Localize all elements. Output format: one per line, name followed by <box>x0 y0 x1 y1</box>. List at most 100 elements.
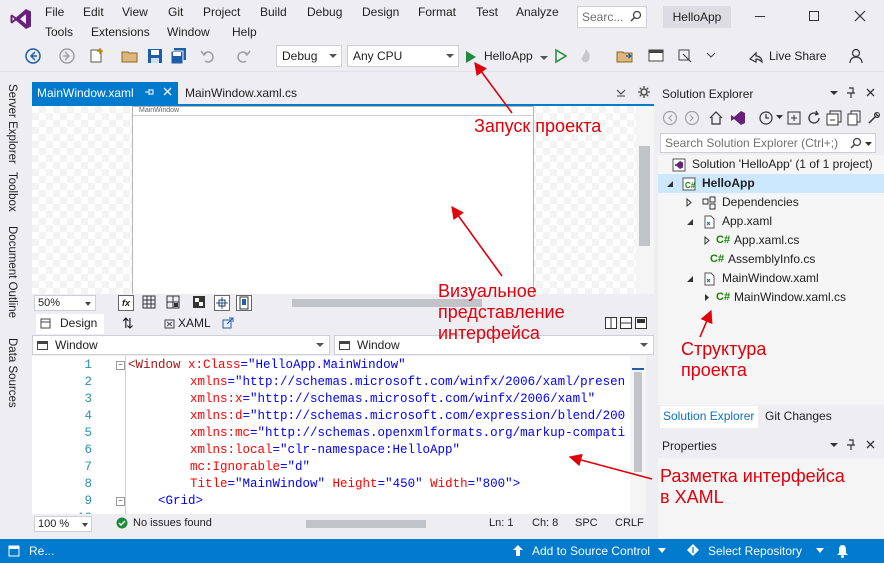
fx-toggle-icon[interactable]: fx <box>118 295 134 311</box>
save-icon[interactable] <box>146 47 164 65</box>
menu-git[interactable]: Git <box>168 5 183 19</box>
toolbox-tab[interactable]: Toolbox <box>6 172 18 212</box>
se-options-dropdown-icon[interactable] <box>830 91 838 96</box>
tab-close-icon[interactable] <box>163 87 172 96</box>
hot-reload-icon[interactable] <box>577 47 595 65</box>
se-back-icon[interactable] <box>662 110 678 126</box>
snap-grid-icon[interactable] <box>166 295 182 311</box>
run-dropdown-arrow[interactable] <box>540 56 548 60</box>
close-icon[interactable] <box>850 6 870 26</box>
redo-icon[interactable] <box>234 47 252 65</box>
feedback-person-icon[interactable] <box>848 47 866 65</box>
forward-icon[interactable] <box>58 47 76 65</box>
document-outline-tab[interactable]: Document Outline <box>6 226 18 318</box>
designer-vertical-scrollbar[interactable] <box>636 106 654 296</box>
select-repository-button[interactable]: Select Repository <box>708 544 802 558</box>
se-vs-sync-icon[interactable] <box>730 110 746 126</box>
menu-edit[interactable]: Edit <box>83 5 104 19</box>
editor-horizontal-scroll-thumb[interactable] <box>306 520 426 528</box>
effects-toggle-icon[interactable] <box>192 295 208 311</box>
window-layout-icon[interactable] <box>647 47 665 65</box>
grid-icon[interactable] <box>142 295 158 311</box>
menu-design[interactable]: Design <box>362 5 399 19</box>
tab-mainwindow-xaml[interactable]: MainWindow.xaml <box>32 82 178 104</box>
notifications-bell-icon[interactable] <box>836 544 849 558</box>
tab-design[interactable]: Design <box>36 314 104 334</box>
issues-status[interactable]: No issues found <box>133 517 212 529</box>
open-folder-icon[interactable] <box>121 47 139 65</box>
designer-vertical-scroll-thumb[interactable] <box>639 146 650 246</box>
xaml-element-select-left[interactable]: Window <box>32 335 330 355</box>
new-item-icon[interactable] <box>88 47 106 65</box>
se-history-dropdown-icon[interactable] <box>776 115 783 119</box>
designer-zoom-select[interactable]: 50% <box>34 295 96 311</box>
search-input[interactable]: Searc... <box>577 6 647 28</box>
solution-explorer-search-input[interactable]: Search Solution Explorer (Ctrl+;) <box>660 133 876 153</box>
configuration-select[interactable]: Debug <box>276 45 342 67</box>
editor-horizontal-scrollbar[interactable] <box>302 520 472 528</box>
pin-icon[interactable] <box>144 86 154 98</box>
xaml-code-editor[interactable]: 1 2 3 4 5 6 7 8 9 10 − − <Window x:Class… <box>32 356 630 514</box>
popout-xaml-icon[interactable] <box>222 317 234 329</box>
line-ending-indicator[interactable]: CRLF <box>615 517 644 529</box>
se-forward-icon[interactable] <box>684 110 700 126</box>
tab-git-changes[interactable]: Git Changes <box>762 406 852 428</box>
se-history-icon[interactable] <box>758 110 774 126</box>
fold-toggle-grid[interactable]: − <box>116 497 125 506</box>
snap-lines-icon[interactable] <box>214 295 230 311</box>
settings-gear-icon[interactable] <box>638 86 650 98</box>
column-indicator[interactable]: Ch: 8 <box>532 517 558 529</box>
whitespace-indicator[interactable]: SPC <box>575 517 598 529</box>
editor-vertical-scroll-thumb[interactable] <box>634 372 642 472</box>
menu-format[interactable]: Format <box>418 5 456 19</box>
se-pending-changes-icon[interactable] <box>786 110 802 126</box>
props-pin-icon[interactable] <box>846 439 856 451</box>
menu-extensions[interactable]: Extensions <box>91 25 150 39</box>
repository-diamond-icon[interactable] <box>686 543 700 557</box>
collapse-pane-icon[interactable] <box>635 317 647 329</box>
vertical-split-icon[interactable] <box>605 317 617 329</box>
menu-build[interactable]: Build <box>260 5 287 19</box>
se-refresh-icon[interactable] <box>806 110 822 126</box>
tab-mainwindow-xaml-cs[interactable]: MainWindow.xaml.cs <box>180 82 340 104</box>
add-source-dropdown-icon[interactable] <box>658 548 666 553</box>
menu-test[interactable]: Test <box>476 5 498 19</box>
toolbar-extra-icon[interactable] <box>677 47 695 65</box>
menu-project[interactable]: Project <box>203 5 240 19</box>
editor-zoom-select[interactable]: 100 % <box>34 516 92 532</box>
menu-analyze[interactable]: Analyze <box>516 5 559 19</box>
menu-debug[interactable]: Debug <box>307 5 342 19</box>
select-repo-dropdown-icon[interactable] <box>816 548 824 553</box>
fold-toggle-window[interactable]: − <box>116 361 125 370</box>
undo-icon[interactable] <box>199 47 217 65</box>
se-close-icon[interactable] <box>866 88 875 97</box>
tab-xaml[interactable]: XAML <box>160 314 230 334</box>
menu-window[interactable]: Window <box>167 25 210 39</box>
horizontal-split-icon[interactable] <box>620 317 632 329</box>
tab-list-dropdown-icon[interactable] <box>616 89 626 97</box>
editor-vertical-scrollbar[interactable] <box>630 356 646 514</box>
data-sources-tab[interactable]: Data Sources <box>6 338 18 408</box>
menu-help[interactable]: Help <box>232 25 257 39</box>
props-close-icon[interactable] <box>866 440 875 449</box>
open-folder-2-icon[interactable] <box>616 47 634 65</box>
swap-panes-icon[interactable]: ⇅ <box>122 315 134 332</box>
server-explorer-tab[interactable]: Server Explorer <box>6 84 18 164</box>
minimize-icon[interactable] <box>750 6 770 26</box>
start-without-debug-icon[interactable] <box>552 47 570 65</box>
se-show-all-files-icon[interactable] <box>846 110 862 126</box>
add-to-source-control-button[interactable]: Add to Source Control <box>532 544 650 558</box>
line-indicator[interactable]: Ln: 1 <box>489 517 513 529</box>
props-options-dropdown-icon[interactable] <box>830 443 838 448</box>
se-pin-icon[interactable] <box>846 87 856 99</box>
upload-arrow-icon[interactable] <box>512 544 524 557</box>
menu-tools[interactable]: Tools <box>45 25 73 39</box>
back-icon[interactable] <box>24 47 42 65</box>
platform-select[interactable]: Any CPU <box>347 45 459 67</box>
menu-view[interactable]: View <box>122 5 148 19</box>
menu-file[interactable]: File <box>45 5 64 19</box>
toolbar-overflow-icon[interactable] <box>706 50 716 60</box>
se-home-icon[interactable] <box>708 110 724 126</box>
maximize-icon[interactable] <box>804 6 824 26</box>
se-properties-icon[interactable] <box>866 110 882 126</box>
